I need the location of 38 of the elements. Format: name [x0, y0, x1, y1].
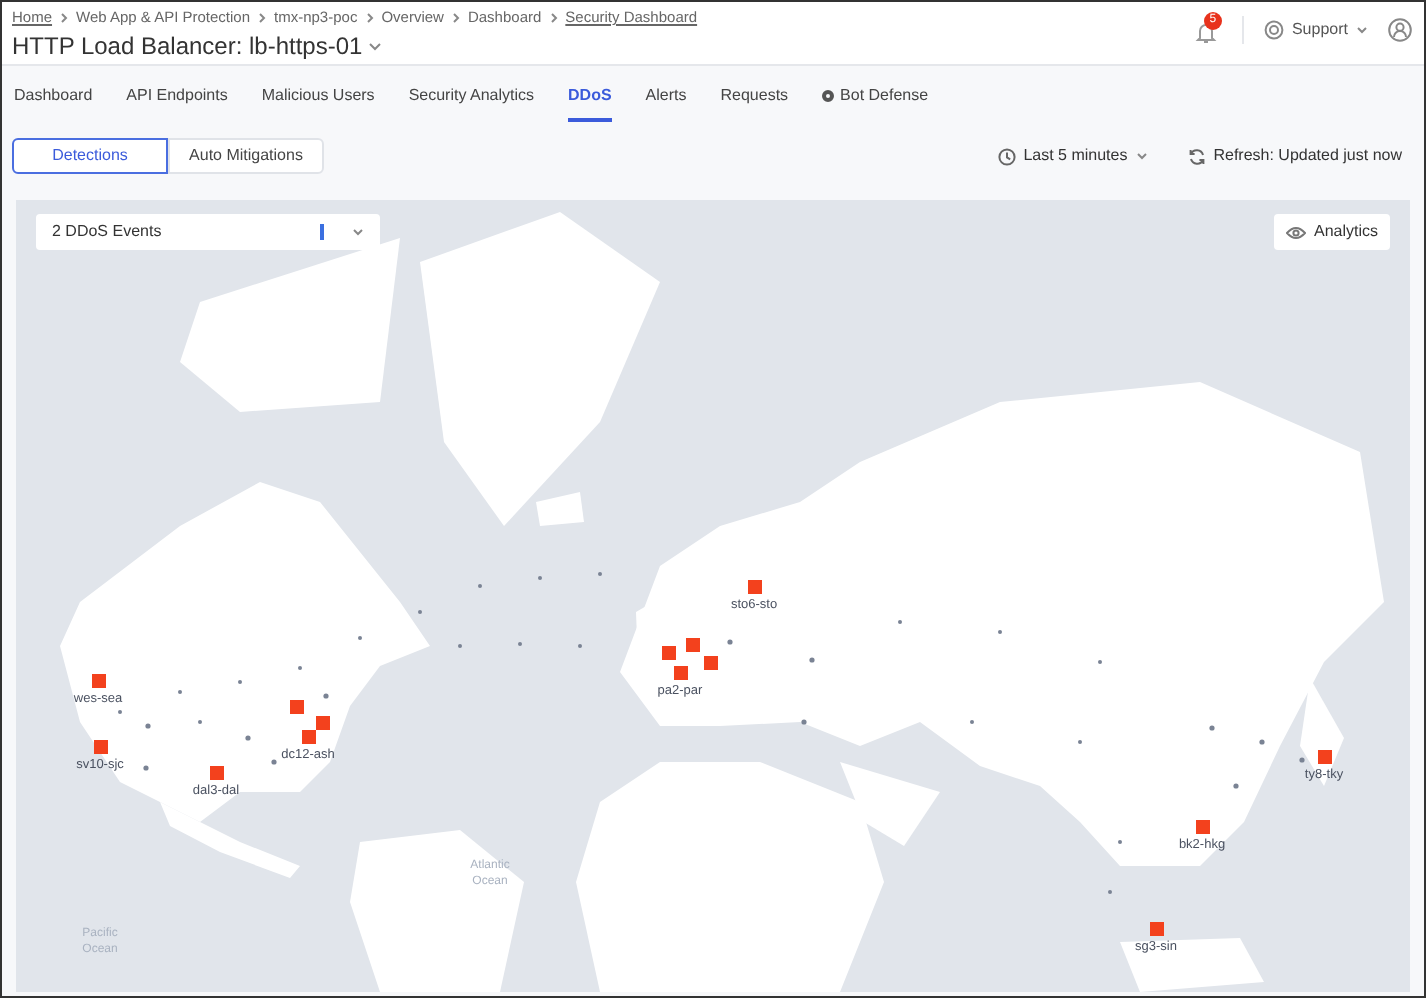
- chevron-down-icon: [1135, 152, 1148, 160]
- events-select[interactable]: 2 DDoS Events: [36, 214, 380, 250]
- chevron-right-icon: [60, 11, 69, 24]
- tab[interactable]: DDoS: [568, 84, 612, 122]
- support-menu[interactable]: Support: [1263, 18, 1368, 42]
- page-title: HTTP Load Balancer: lb-https-01: [12, 30, 363, 65]
- chevron-down-icon: [1356, 26, 1368, 34]
- site-marker[interactable]: [316, 716, 330, 730]
- site-marker[interactable]: [662, 646, 676, 660]
- tab[interactable]: Dashboard: [14, 84, 93, 122]
- analytics-button[interactable]: Analytics: [1273, 214, 1390, 250]
- tab[interactable]: Malicious Users: [261, 84, 375, 122]
- chevron-down-icon: [352, 228, 364, 236]
- chevron-right-icon: [258, 11, 267, 24]
- refresh-button[interactable]: Refresh: Updated just now: [1187, 144, 1402, 168]
- cursor-icon: [320, 224, 324, 240]
- site-marker[interactable]: [704, 656, 718, 670]
- chevron-right-icon: [549, 11, 558, 24]
- tab[interactable]: Alerts: [645, 84, 687, 122]
- bell-icon: [1193, 20, 1218, 44]
- eye-icon: [1285, 225, 1306, 239]
- lifebuoy-icon: [1263, 20, 1284, 40]
- segment-tab[interactable]: Detections: [12, 138, 168, 174]
- time-range-dropdown[interactable]: Last 5 minutes: [997, 144, 1148, 168]
- site-marker[interactable]: [1149, 921, 1163, 935]
- tab[interactable]: Security Analytics: [408, 84, 535, 122]
- chevron-down-icon[interactable]: [368, 41, 383, 52]
- clock-icon: [997, 147, 1016, 165]
- site-marker[interactable]: [686, 638, 700, 652]
- segment-tab[interactable]: Auto Mitigations: [168, 138, 324, 174]
- tab[interactable]: Requests: [720, 84, 789, 122]
- chevron-right-icon: [365, 11, 374, 24]
- chevron-right-icon: [451, 11, 460, 24]
- refresh-icon: [1187, 147, 1206, 165]
- user-avatar-icon[interactable]: [1388, 18, 1412, 42]
- site-marker[interactable]: [290, 700, 304, 714]
- tab[interactable]: Bot Defense: [822, 84, 929, 122]
- tab[interactable]: API Endpoints: [126, 84, 228, 122]
